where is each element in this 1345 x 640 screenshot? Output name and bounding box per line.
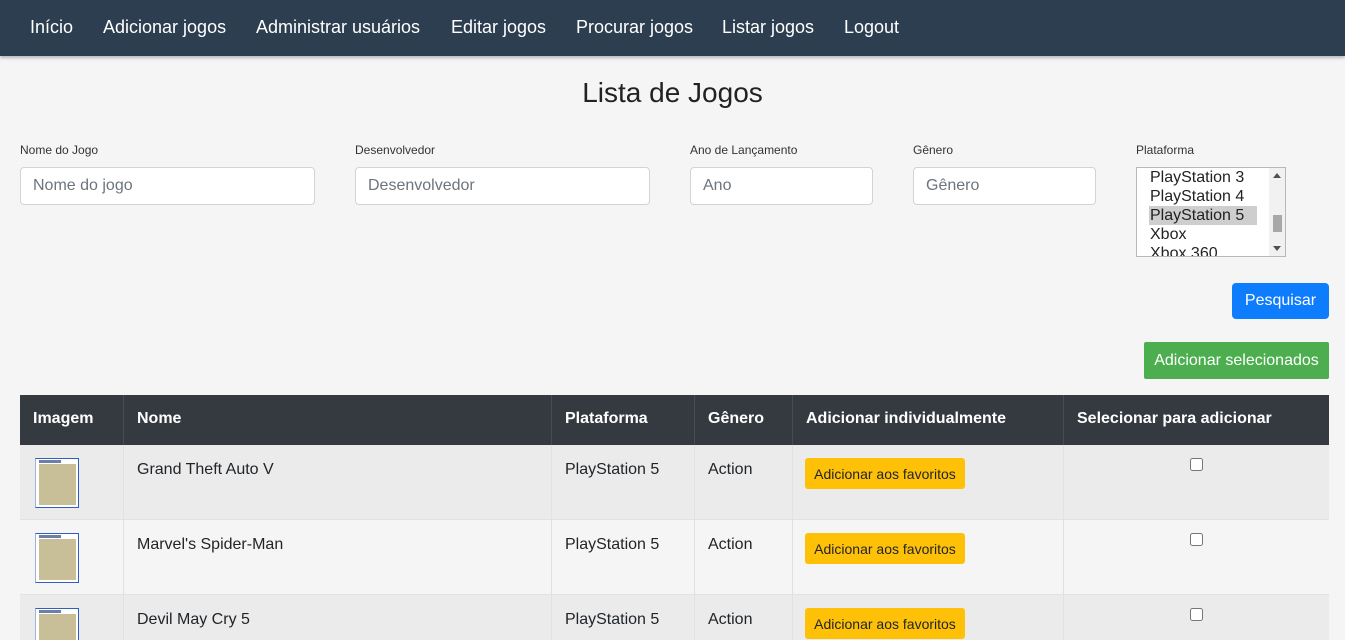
nav-link-procurar-jogos[interactable]: Procurar jogos: [576, 16, 693, 38]
top-navbar: Início Adicionar jogos Administrar usuár…: [0, 0, 1345, 56]
game-name-label: Nome do Jogo: [20, 143, 99, 157]
genre-label: Gênero: [913, 143, 954, 157]
table-row: Grand Theft Auto V PlayStation 5 Action …: [20, 445, 1329, 520]
genre-cell: Action: [695, 520, 793, 595]
select-cell: [1064, 595, 1329, 640]
column-header-image: Imagem: [20, 395, 124, 445]
game-platform: PlayStation 5: [565, 611, 660, 628]
platform-multiselect[interactable]: PlayStation 3 PlayStation 4 PlayStation …: [1136, 167, 1286, 257]
nav-link-logout[interactable]: Logout: [844, 16, 899, 38]
release-year-input[interactable]: [690, 167, 873, 205]
platform-option[interactable]: PlayStation 3: [1149, 168, 1257, 187]
game-name-input[interactable]: [20, 167, 315, 205]
game-genre: Action: [708, 611, 753, 628]
genre-cell: Action: [695, 445, 793, 520]
arrow-up-icon[interactable]: [1273, 173, 1281, 178]
developer-label: Desenvolvedor: [355, 143, 436, 157]
platform-scrollbar[interactable]: [1269, 168, 1285, 256]
game-cover-thumbnail: [35, 533, 79, 583]
nav-link-listar-jogos[interactable]: Listar jogos: [722, 16, 814, 38]
image-cell: [20, 520, 124, 595]
image-cell: [20, 595, 124, 640]
add-to-favorites-button[interactable]: Adicionar aos favoritos: [805, 608, 965, 639]
column-header-platform: Plataforma: [552, 395, 695, 445]
scrollbar-thumb[interactable]: [1273, 215, 1282, 232]
game-name: Marvel's Spider-Man: [137, 536, 284, 553]
nav-link-inicio[interactable]: Início: [30, 16, 73, 38]
platform-option[interactable]: Xbox: [1149, 225, 1257, 244]
name-cell: Grand Theft Auto V: [124, 445, 552, 520]
table-row: Devil May Cry 5 PlayStation 5 Action Adi…: [20, 595, 1329, 640]
select-checkbox[interactable]: [1190, 608, 1203, 621]
nav-link-adicionar-jogos[interactable]: Adicionar jogos: [103, 16, 226, 38]
table-row: Marvel's Spider-Man PlayStation 5 Action…: [20, 520, 1329, 595]
select-checkbox[interactable]: [1190, 533, 1203, 546]
platform-cell: PlayStation 5: [552, 595, 695, 640]
genre-cell: Action: [695, 595, 793, 640]
name-cell: Devil May Cry 5: [124, 595, 552, 640]
platform-option[interactable]: Xbox 360: [1149, 244, 1257, 256]
page-title: Lista de Jogos: [582, 77, 763, 108]
nav-link-administrar-usuarios[interactable]: Administrar usuários: [256, 16, 420, 38]
nav-link-editar-jogos[interactable]: Editar jogos: [451, 16, 546, 38]
select-cell: [1064, 445, 1329, 520]
search-button[interactable]: Pesquisar: [1232, 283, 1329, 319]
games-table-header: Imagem Nome Plataforma Gênero Adicionar …: [20, 395, 1329, 445]
platform-cell: PlayStation 5: [552, 445, 695, 520]
game-platform: PlayStation 5: [565, 461, 660, 478]
column-header-name: Nome: [124, 395, 552, 445]
add-to-favorites-button[interactable]: Adicionar aos favoritos: [805, 533, 965, 564]
genre-input[interactable]: [913, 167, 1096, 205]
select-checkbox[interactable]: [1190, 458, 1203, 471]
add-individually-cell: Adicionar aos favoritos: [793, 520, 1064, 595]
game-genre: Action: [708, 461, 753, 478]
arrow-down-icon[interactable]: [1273, 246, 1281, 251]
add-individually-cell: Adicionar aos favoritos: [793, 595, 1064, 640]
game-platform: PlayStation 5: [565, 536, 660, 553]
image-cell: [20, 445, 124, 520]
platform-cell: PlayStation 5: [552, 520, 695, 595]
name-cell: Marvel's Spider-Man: [124, 520, 552, 595]
add-individually-cell: Adicionar aos favoritos: [793, 445, 1064, 520]
game-cover-thumbnail: [35, 458, 79, 508]
add-selected-button[interactable]: Adicionar selecionados: [1144, 342, 1329, 379]
column-header-genre: Gênero: [695, 395, 793, 445]
platform-option-selected[interactable]: PlayStation 5: [1149, 206, 1257, 225]
release-year-label: Ano de Lançamento: [690, 143, 798, 157]
game-genre: Action: [708, 536, 753, 553]
column-header-select-to-add: Selecionar para adicionar: [1077, 410, 1272, 427]
add-to-favorites-button[interactable]: Adicionar aos favoritos: [805, 458, 965, 489]
game-name: Grand Theft Auto V: [137, 461, 274, 478]
game-cover-thumbnail: [35, 608, 79, 640]
column-header-add-individually: Adicionar individualmente: [793, 395, 1064, 445]
game-name: Devil May Cry 5: [137, 611, 250, 628]
select-cell: [1064, 520, 1329, 595]
platform-label: Plataforma: [1136, 143, 1195, 157]
platform-option[interactable]: PlayStation 4: [1149, 187, 1257, 206]
developer-input[interactable]: [355, 167, 650, 205]
